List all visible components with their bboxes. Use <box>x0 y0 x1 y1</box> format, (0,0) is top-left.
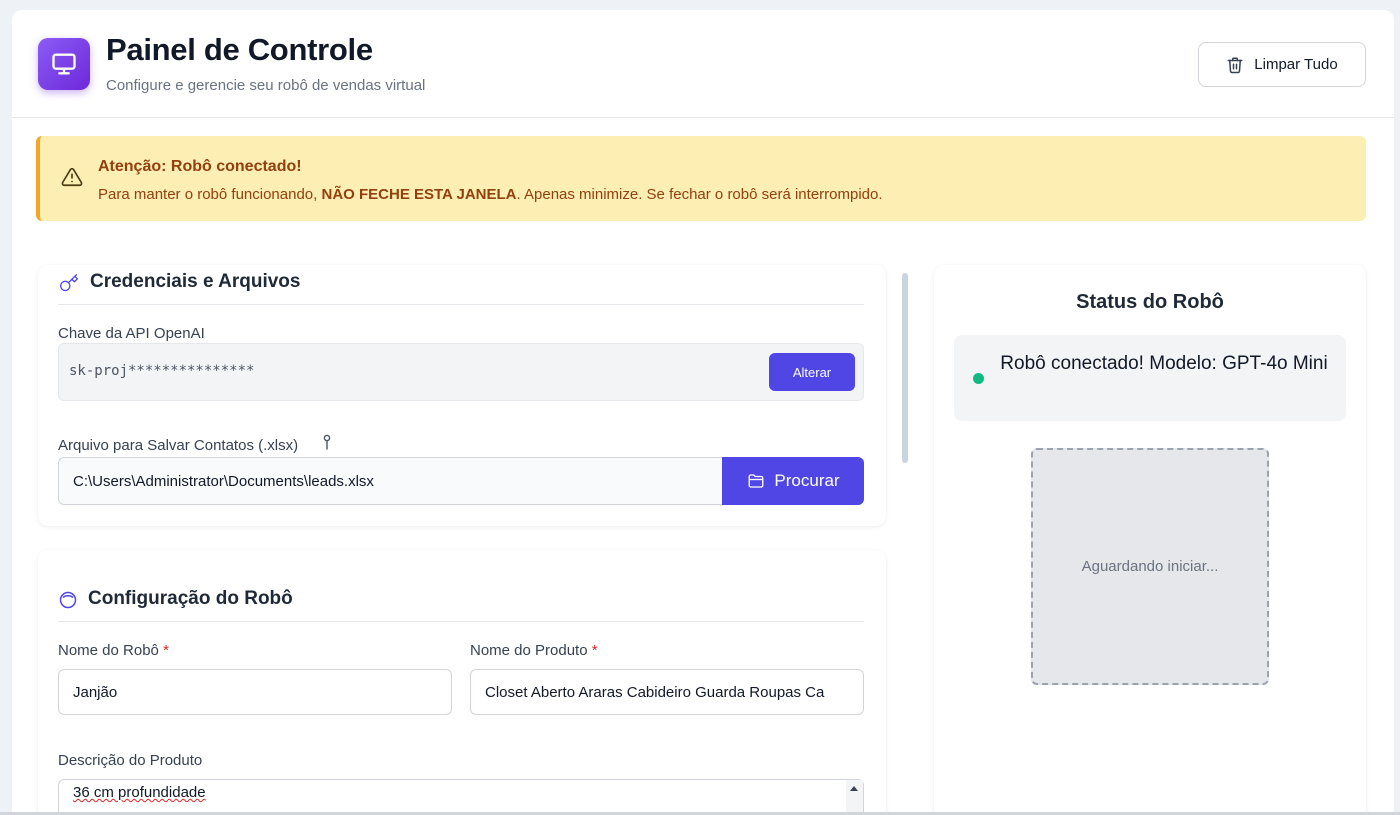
alert-title: Atenção: Robô conectado! <box>98 158 302 175</box>
robot-section-header: Configuração do Robô <box>58 588 864 622</box>
clear-all-label: Limpar Tudo <box>1254 56 1338 73</box>
product-name-input[interactable] <box>470 669 864 715</box>
panel-scrollbar[interactable] <box>902 273 908 463</box>
alert-text-before: Para manter o robô funcionando, <box>98 186 322 203</box>
textarea-scrollbar[interactable] <box>846 780 863 815</box>
status-title: Status do Robô <box>1076 291 1224 313</box>
file-picker-row: Procurar <box>58 457 864 505</box>
trash-icon <box>1227 57 1243 73</box>
pin-icon[interactable] <box>322 434 332 452</box>
browse-button[interactable]: Procurar <box>722 457 864 505</box>
online-dot-icon <box>973 373 984 384</box>
required-mark: * <box>591 642 598 659</box>
page-subtitle: Configure e gerencie seu robô de vendas … <box>106 77 426 94</box>
folder-icon <box>748 474 764 488</box>
robot-name-input[interactable] <box>58 669 452 715</box>
file-path-input[interactable] <box>58 457 724 505</box>
status-indicator: Robô conectado! Modelo: GPT-4o Mini <box>954 335 1346 421</box>
credentials-card: Credenciais e Arquivos Chave da API Open… <box>38 265 886 526</box>
credentials-section-header: Credenciais e Arquivos <box>58 271 864 305</box>
file-label: Arquivo para Salvar Contatos (.xlsx) <box>58 434 332 454</box>
alert-text-after: . Apenas minimize. Se fechar o robô será… <box>516 186 883 203</box>
robot-name-label-text: Nome do Robô <box>58 642 159 659</box>
status-message: Robô conectado! Modelo: GPT-4o Mini <box>1000 353 1328 374</box>
file-label-text: Arquivo para Salvar Contatos (.xlsx) <box>58 437 299 454</box>
monitor-icon <box>38 38 90 90</box>
warning-triangle-icon <box>60 166 84 193</box>
scroll-up-icon[interactable] <box>850 786 858 791</box>
credentials-section-title: Credenciais e Arquivos <box>90 271 301 292</box>
product-name-label-text: Nome do Produto <box>470 642 588 659</box>
app-window: Painel de Controle Configure e gerencie … <box>12 10 1394 815</box>
api-key-label: Chave da API OpenAI <box>58 325 205 342</box>
api-key-field: sk-proj*************** Alterar <box>58 343 864 401</box>
status-card: Status do Robô Robô conectado! Modelo: G… <box>934 265 1366 815</box>
alert-message: Para manter o robô funcionando, NÃO FECH… <box>98 186 883 203</box>
browse-label: Procurar <box>774 471 840 490</box>
page-header: Painel de Controle Configure e gerencie … <box>12 10 1394 118</box>
alert-text-bold: NÃO FECHE ESTA JANELA <box>321 186 517 203</box>
product-name-label: Nome do Produto * <box>470 642 598 659</box>
robot-head-icon <box>59 591 77 609</box>
qr-placeholder-text: Aguardando iniciar... <box>1081 558 1219 575</box>
robot-name-label: Nome do Robô * <box>58 642 169 659</box>
change-api-key-button[interactable]: Alterar <box>769 353 855 391</box>
description-textarea[interactable]: 36 cm profundidade <box>58 779 864 815</box>
required-mark: * <box>163 642 169 659</box>
api-key-value: sk-proj*************** <box>69 363 255 379</box>
clear-all-button[interactable]: Limpar Tudo <box>1198 42 1366 87</box>
warning-alert: Atenção: Robô conectado! Para manter o r… <box>36 136 1366 221</box>
robot-config-card: Configuração do Robô Nome do Robô * Nome… <box>38 550 886 815</box>
key-icon <box>60 274 79 292</box>
page-title: Painel de Controle <box>106 32 373 67</box>
qr-code-placeholder: Aguardando iniciar... <box>1031 448 1269 685</box>
robot-section-title: Configuração do Robô <box>88 588 293 609</box>
description-label: Descrição do Produto <box>58 752 203 769</box>
